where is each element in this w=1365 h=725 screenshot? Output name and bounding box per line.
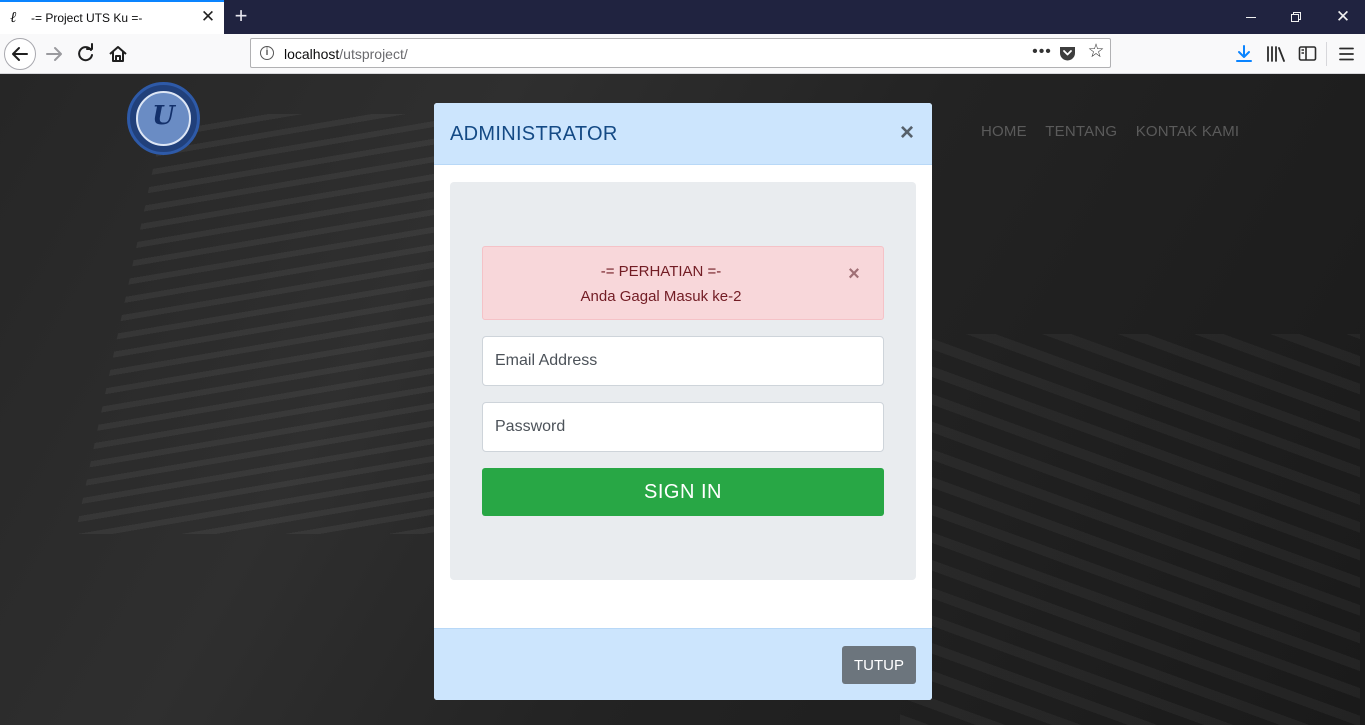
forward-arrow-icon (46, 47, 62, 61)
url-host: localhost (284, 46, 340, 62)
active-tab[interactable]: ℓ -= Project UTS Ku =- ✕ (0, 0, 224, 34)
library-icon[interactable] (1265, 43, 1287, 65)
browser-tab-strip: ℓ -= Project UTS Ku =- ✕ + ✕ (0, 0, 1365, 34)
forward-button[interactable] (38, 38, 70, 70)
hamburger-menu-icon[interactable] (1336, 43, 1358, 65)
error-alert: -= PERHATIAN =- Anda Gagal Masuk ke-2 × (482, 246, 884, 320)
nav-link-tentang[interactable]: TENTANG (1045, 123, 1117, 140)
restore-icon-back (1291, 14, 1299, 22)
reload-icon (78, 43, 93, 62)
bookmark-star-icon[interactable]: ☆ (1086, 42, 1106, 62)
close-modal-button[interactable]: TUTUP (842, 646, 916, 684)
new-tab-button[interactable]: + (230, 4, 252, 28)
tab-close-icon[interactable]: ✕ (198, 7, 218, 27)
login-modal: ADMINISTRATOR × -= PERHATIAN =- Anda Gag… (434, 103, 932, 700)
pocket-icon[interactable] (1059, 45, 1076, 61)
alert-title: -= PERHATIAN =- (600, 263, 722, 280)
modal-footer: TUTUP (434, 628, 932, 700)
email-field[interactable] (482, 336, 884, 386)
minimize-icon (1246, 17, 1256, 18)
window-restore-button[interactable] (1274, 0, 1320, 34)
toolbar-separator (1326, 42, 1327, 66)
download-icon[interactable] (1233, 43, 1255, 65)
page-actions-icon[interactable]: ••• (1030, 41, 1054, 65)
sidebar-icon[interactable] (1297, 43, 1319, 65)
site-nav: HOME TENTANG KONTAK KAMI (981, 123, 1253, 141)
tab-title: -= Project UTS Ku =- (31, 11, 143, 25)
address-bar[interactable]: i localhost/utsproject/ ••• ☆ (250, 38, 1111, 68)
back-arrow-icon (12, 47, 28, 61)
alert-dismiss-button[interactable]: × (843, 263, 865, 285)
close-icon: ✕ (1335, 7, 1351, 26)
tab-favicon-icon: ℓ (10, 8, 17, 26)
nav-link-kontak-kami[interactable]: KONTAK KAMI (1136, 123, 1240, 140)
site-info-icon[interactable]: i (260, 46, 274, 60)
window-minimize-button[interactable] (1228, 0, 1274, 34)
nav-link-home[interactable]: HOME (981, 123, 1027, 140)
window-close-button[interactable]: ✕ (1320, 0, 1365, 34)
modal-close-button[interactable]: × (896, 120, 918, 146)
logo-emblem: U (136, 91, 191, 146)
password-field[interactable] (482, 402, 884, 452)
modal-header: ADMINISTRATOR × (434, 103, 932, 165)
reload-button[interactable] (70, 38, 102, 70)
login-form-panel: -= PERHATIAN =- Anda Gagal Masuk ke-2 × … (450, 182, 916, 580)
home-icon (109, 46, 127, 62)
alert-message: Anda Gagal Masuk ke-2 (580, 288, 742, 305)
back-button[interactable] (4, 38, 36, 70)
sign-in-button[interactable]: SIGN IN (482, 468, 884, 516)
url-path: /utsproject/ (339, 46, 408, 62)
browser-toolbar: i localhost/utsproject/ ••• ☆ (0, 34, 1365, 74)
home-button[interactable] (102, 38, 134, 70)
url-text: localhost/utsproject/ (284, 46, 408, 62)
site-logo[interactable]: U (127, 82, 200, 155)
modal-title: ADMINISTRATOR (450, 123, 618, 145)
logo-monogram: U (152, 101, 175, 131)
